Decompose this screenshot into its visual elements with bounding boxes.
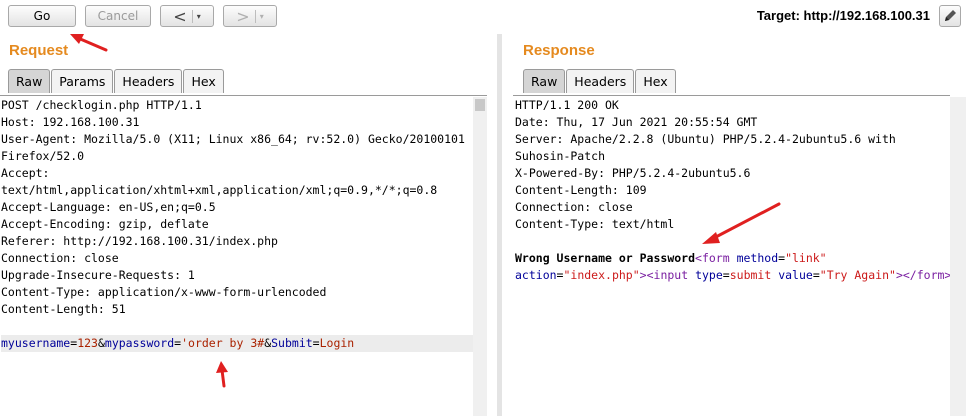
request-line: Connection: close bbox=[1, 251, 119, 265]
request-editor[interactable]: POST /checklogin.php HTTP/1.1 Host: 192.… bbox=[1, 97, 473, 352]
request-line: User-Agent: Mozilla/5.0 (X11; Linux x86_… bbox=[1, 132, 465, 146]
response-editor[interactable]: HTTP/1.1 200 OK Date: Thu, 17 Jun 2021 2… bbox=[515, 97, 952, 284]
tab-hex[interactable]: Hex bbox=[635, 69, 676, 93]
html-attr-value: "link" bbox=[785, 251, 827, 265]
param-value: Login bbox=[319, 336, 355, 350]
annotation-arrow bbox=[216, 361, 228, 388]
response-line: Date: Thu, 17 Jun 2021 20:55:54 GMT bbox=[515, 115, 758, 129]
tab-raw[interactable]: Raw bbox=[8, 69, 51, 93]
tab-headers[interactable]: Headers bbox=[566, 69, 635, 93]
response-body-line: action="index.php"><input type=submit va… bbox=[515, 267, 952, 284]
html-attr: type bbox=[695, 268, 723, 282]
target-label: Target: http://192.168.100.31 bbox=[756, 8, 930, 23]
html-attr: action bbox=[515, 268, 557, 282]
html-tag: <input bbox=[646, 268, 689, 282]
response-body-line: Wrong Username or Password<form method="… bbox=[515, 250, 949, 267]
tab-hex[interactable]: Hex bbox=[183, 69, 224, 93]
param-value: 'order by 3# bbox=[181, 336, 265, 350]
tab-underline bbox=[0, 95, 487, 96]
back-button[interactable]: < ▾ bbox=[160, 5, 214, 27]
request-title: Request bbox=[9, 42, 69, 59]
pencil-icon bbox=[945, 10, 956, 21]
html-tag: > bbox=[895, 268, 903, 282]
equals-sign: = bbox=[722, 268, 730, 282]
response-line: HTTP/1.1 200 OK bbox=[515, 98, 619, 112]
html-tag: </form> bbox=[902, 268, 952, 282]
param-name: Submit bbox=[271, 336, 313, 350]
request-line: Accept-Encoding: gzip, deflate bbox=[1, 217, 209, 231]
request-line: Accept: bbox=[1, 166, 50, 180]
response-line: Server: Apache/2.2.8 (Ubuntu) PHP/5.2.4-… bbox=[515, 132, 896, 146]
html-attr: value bbox=[778, 268, 813, 282]
request-line: Content-Type: application/x-www-form-url… bbox=[1, 285, 327, 299]
equals-sign: = bbox=[312, 336, 320, 350]
html-attr: method bbox=[736, 251, 779, 265]
response-line: Content-Length: 109 bbox=[515, 183, 647, 197]
response-line: Suhosin-Patch bbox=[515, 149, 606, 163]
request-line: Firefox/52.0 bbox=[1, 149, 85, 163]
pane-splitter[interactable] bbox=[497, 34, 502, 416]
tab-headers[interactable]: Headers bbox=[114, 69, 183, 93]
edit-target-button[interactable] bbox=[939, 5, 961, 27]
request-line: text/html,application/xhtml+xml,applicat… bbox=[1, 183, 438, 197]
response-line: Connection: close bbox=[515, 200, 633, 214]
chevron-down-icon[interactable]: ▾ bbox=[260, 12, 264, 21]
request-line: Host: 192.168.100.31 bbox=[1, 115, 140, 129]
back-arrow-icon: < bbox=[173, 6, 187, 26]
html-attr-value: "index.php" bbox=[563, 268, 640, 282]
html-attr-value: "Try Again" bbox=[819, 268, 896, 282]
separator bbox=[191, 9, 193, 23]
toolbar: Go Cancel < ▾ > ▾ Target: http://192.168.1… bbox=[0, 0, 966, 34]
request-line: Content-Length: 51 bbox=[1, 302, 126, 316]
scrollbar-thumb[interactable] bbox=[475, 99, 485, 111]
response-line: X-Powered-By: PHP/5.2.4-2ubuntu5.6 bbox=[515, 166, 751, 180]
response-scrollbar[interactable] bbox=[950, 97, 966, 416]
request-line: Referer: http://192.168.100.31/index.php bbox=[1, 234, 278, 248]
request-body-line: myusername=123&mypassword='order by 3#&S… bbox=[1, 335, 473, 352]
html-tag: <form bbox=[695, 251, 730, 265]
response-tabs: Raw Headers Hex bbox=[523, 69, 677, 95]
param-name: mypassword bbox=[104, 336, 175, 350]
ampersand: & bbox=[97, 336, 105, 350]
equals-sign: = bbox=[812, 268, 820, 282]
chevron-down-icon[interactable]: ▾ bbox=[197, 12, 201, 21]
param-name: myusername bbox=[1, 336, 71, 350]
request-scrollbar[interactable] bbox=[473, 97, 487, 416]
param-value: 123 bbox=[77, 336, 98, 350]
html-attr-value: submit bbox=[729, 268, 772, 282]
annotation-arrow bbox=[70, 34, 108, 52]
request-line: Upgrade-Insecure-Requests: 1 bbox=[1, 268, 195, 282]
response-line: Content-Type: text/html bbox=[515, 217, 675, 231]
request-line: POST /checklogin.php HTTP/1.1 bbox=[1, 98, 202, 112]
response-title: Response bbox=[523, 42, 595, 59]
forward-arrow-icon: > bbox=[236, 6, 250, 26]
error-message: Wrong Username or Password bbox=[515, 251, 696, 265]
tab-raw[interactable]: Raw bbox=[523, 69, 566, 93]
request-line: Accept-Language: en-US,en;q=0.5 bbox=[1, 200, 216, 214]
request-tabs: Raw Params Headers Hex bbox=[8, 69, 225, 95]
html-tag: > bbox=[639, 268, 647, 282]
forward-button[interactable]: > ▾ bbox=[223, 5, 277, 27]
go-button[interactable]: Go bbox=[8, 5, 76, 27]
tab-params[interactable]: Params bbox=[51, 69, 114, 93]
separator bbox=[254, 9, 256, 23]
tab-underline bbox=[513, 95, 950, 96]
cancel-button[interactable]: Cancel bbox=[85, 5, 151, 27]
